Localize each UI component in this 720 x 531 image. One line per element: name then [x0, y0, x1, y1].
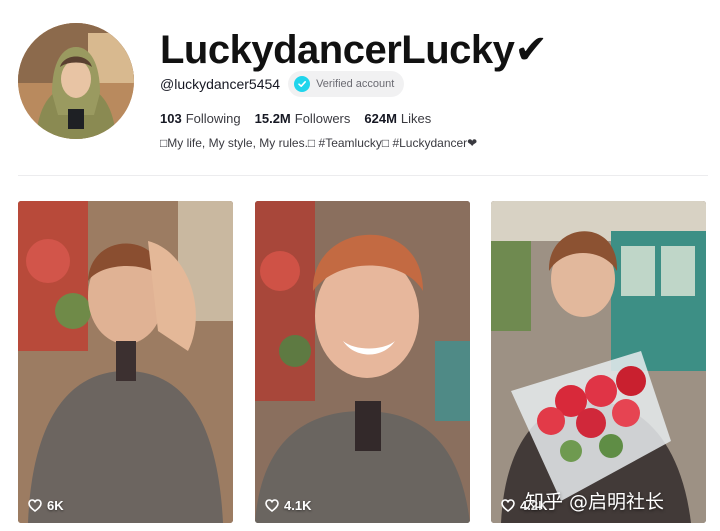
video-card[interactable]: 4.2K: [491, 201, 706, 523]
username: @luckydancer5454: [160, 76, 281, 92]
stat-followers[interactable]: 15.2M Followers: [255, 111, 351, 126]
stat-likes-label: Likes: [400, 110, 432, 126]
verified-check-icon: [294, 76, 311, 92]
video-grid: 6K 4.1K 4.2K: [18, 201, 708, 523]
stat-following[interactable]: 103 Following: [160, 111, 241, 126]
video-likes-count: 4.1K: [284, 498, 312, 513]
stat-likes: 624M Likes: [364, 111, 431, 126]
video-likes: 6K: [28, 498, 64, 513]
video-likes-count: 6K: [47, 498, 64, 513]
heart-outline-icon: [28, 499, 42, 512]
stat-followers-label: Followers: [294, 110, 351, 126]
heart-outline-icon: [265, 499, 279, 512]
heart-outline-icon: [501, 499, 515, 512]
video-likes: 4.1K: [265, 498, 311, 513]
watermark: 知乎 @启明社长: [525, 491, 665, 513]
stat-followers-value: 15.2M: [254, 110, 291, 126]
profile-header: LuckydancerLucky✔ @luckydancer5454 Verif…: [0, 0, 720, 176]
stat-likes-value: 624M: [364, 110, 397, 126]
username-row: @luckydancer5454 Verified account: [160, 71, 405, 97]
verified-badge: Verified account: [288, 71, 405, 97]
stats-row: 103 Following 15.2M Followers 624M Likes: [160, 108, 445, 128]
video-card[interactable]: 6K: [18, 201, 233, 523]
verified-label: Verified account: [316, 78, 395, 90]
stat-following-value: 103: [160, 110, 182, 126]
stat-following-label: Following: [185, 110, 241, 126]
video-card[interactable]: 4.1K: [255, 201, 470, 523]
divider: [18, 175, 708, 176]
avatar[interactable]: [18, 23, 134, 139]
bio: □My life, My style, My rules.□ #Teamluck…: [160, 136, 478, 150]
display-name: LuckydancerLucky✔: [160, 28, 548, 72]
